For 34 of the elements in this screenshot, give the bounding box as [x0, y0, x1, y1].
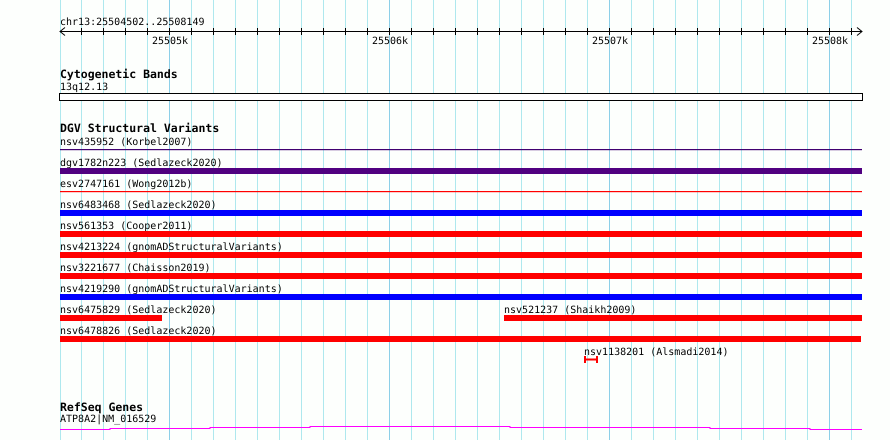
variant-label: nsv435952 (Korbel2007) [60, 137, 192, 148]
variant-bar[interactable] [504, 315, 862, 321]
variant-label: nsv4219290 (gnomADStructuralVariants) [60, 284, 283, 295]
tick-label: 25506k [372, 36, 408, 47]
variant-label: nsv561353 (Cooper2011) [60, 221, 192, 232]
variant-bar[interactable] [60, 294, 862, 300]
variant-bar[interactable] [60, 168, 862, 174]
variant-label: nsv6483468 (Sedlazeck2020) [60, 200, 217, 211]
gene-line[interactable] [60, 426, 862, 430]
variant-label: nsv1138201 (Alsmadi2014) [584, 347, 728, 358]
variant-label: nsv4213224 (gnomADStructuralVariants) [60, 242, 283, 253]
variant-bar[interactable] [60, 315, 162, 321]
variant-label: nsv3221677 (Chaisson2019) [60, 263, 211, 274]
variant-interval[interactable] [584, 355, 598, 364]
tick-label: 25507k [592, 36, 628, 47]
variant-label: dgv1782n223 (Sedlazeck2020) [60, 158, 223, 169]
track-title: DGV Structural Variants [60, 121, 220, 135]
tick-label: 25508k [812, 36, 848, 47]
variant-line[interactable] [60, 149, 862, 150]
variant-bar[interactable] [60, 210, 862, 216]
variant-label: esv2747161 (Wong2012b) [60, 179, 192, 190]
gene-label: ATP8A2|NM_016529 [60, 414, 156, 425]
variant-bar[interactable] [60, 252, 862, 258]
track-title: RefSeq Genes [60, 400, 144, 414]
variant-label: nsv6475829 (Sedlazeck2020) [60, 305, 217, 316]
variant-bar[interactable] [60, 336, 861, 342]
variant-bar[interactable] [60, 231, 862, 237]
tick-label: 25505k [152, 36, 188, 47]
variant-label: nsv521237 (Shaikh2009) [504, 305, 636, 316]
band-label: 13q12.13 [60, 82, 108, 93]
variant-bar[interactable] [60, 273, 862, 279]
variant-label: nsv6478826 (Sedlazeck2020) [60, 326, 217, 337]
track-title: Cytogenetic Bands [60, 67, 178, 81]
range-label: chr13:25504502..25508149 [60, 17, 204, 28]
